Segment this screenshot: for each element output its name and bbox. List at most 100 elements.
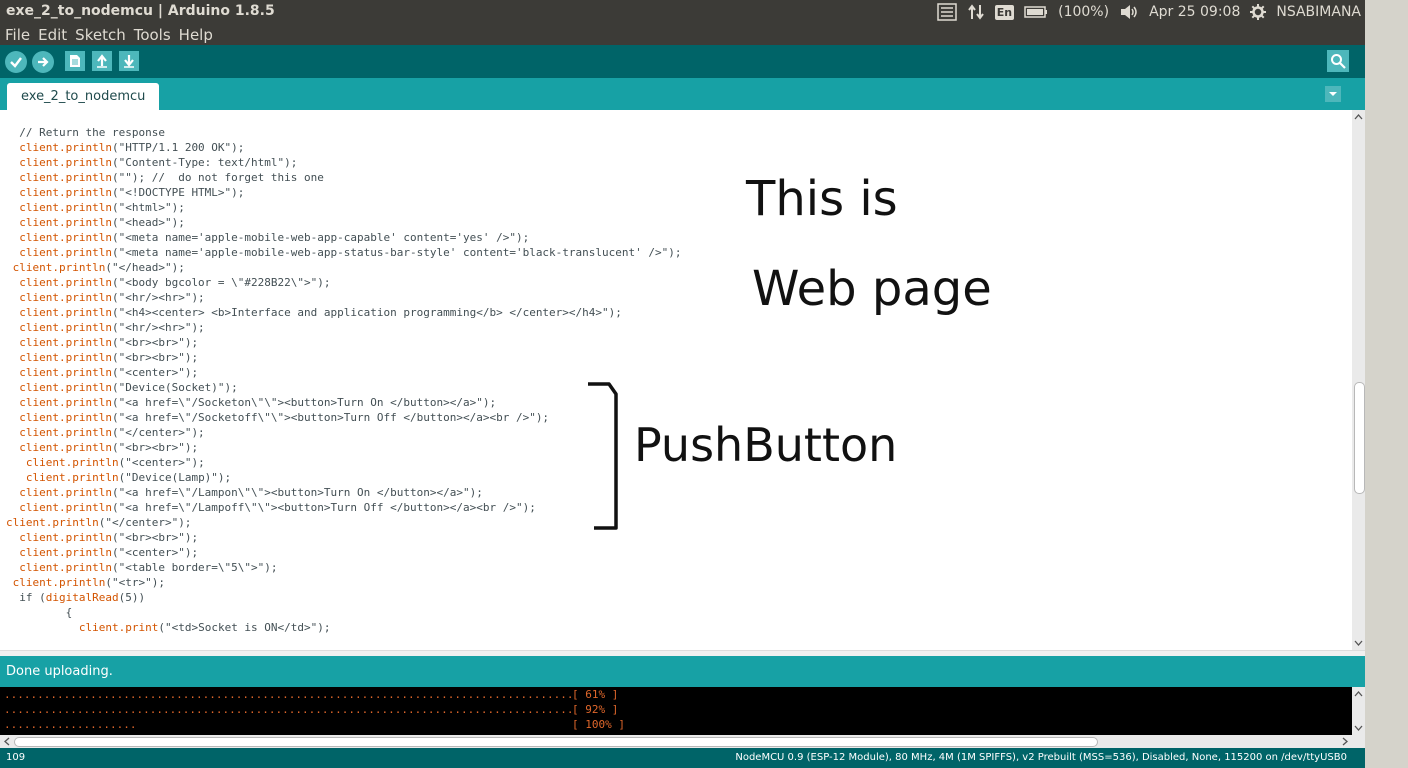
code-text: ("<a href=\"/Lampoff\"\"><button>Turn Of… [111, 501, 536, 514]
code-line: client.println("<a href=\"/Lampoff\"\"><… [6, 500, 536, 515]
code-text: ("<meta name='apple-mobile-web-app-statu… [111, 246, 682, 259]
code-function: client.println [19, 441, 112, 454]
code-text: ("<center>"); [111, 366, 199, 379]
console-scroll-up-icon[interactable] [1352, 689, 1365, 699]
code-function: digitalRead [45, 591, 119, 604]
code-function: client.println [19, 396, 112, 409]
new-sketch-button[interactable] [65, 51, 85, 71]
menu-help[interactable]: Help [179, 26, 213, 44]
user-name[interactable]: NSABIMANA [1276, 4, 1361, 20]
code-function: client.println [19, 336, 112, 349]
code-text: ("Content-Type: text/html"); [111, 156, 298, 169]
code-function: client.println [19, 231, 112, 244]
open-sketch-button[interactable] [92, 51, 112, 71]
progress-dots: ........................................… [4, 703, 574, 716]
code-function: client.println [19, 306, 112, 319]
messaging-menu-icon[interactable] [937, 3, 957, 21]
code-function: client.println [19, 246, 112, 259]
console-output[interactable]: ........................................… [0, 687, 1352, 735]
code-text: ("<table border=\"5\">"); [111, 561, 278, 574]
scroll-left-icon[interactable] [2, 735, 12, 748]
serial-monitor-button[interactable] [1327, 50, 1349, 72]
code-text: ("</center>"); [111, 426, 205, 439]
footer-bar: 109 NodeMCU 0.9 (ESP-12 Module), 80 MHz,… [0, 748, 1365, 768]
scroll-up-icon[interactable] [1352, 112, 1365, 122]
code-line: client.println("<center>"); [6, 545, 198, 560]
code-line: if (digitalRead(5)) [6, 590, 145, 605]
code-text: ("Device(Socket)"); [111, 381, 238, 394]
volume-icon[interactable] [1119, 4, 1139, 20]
code-function: client.println [19, 366, 112, 379]
code-editor[interactable]: // Return the response client.println("H… [0, 110, 1352, 650]
tab-sketch[interactable]: exe_2_to_nodemcu [7, 83, 160, 110]
code-line: client.println("<meta name='apple-mobile… [6, 230, 529, 245]
keyboard-layout-indicator[interactable]: En [994, 4, 1015, 20]
code-function: client.println [6, 516, 99, 529]
window-title: exe_2_to_nodemcu | Arduino 1.8.5 [6, 3, 275, 19]
code-function: client.println [12, 576, 106, 589]
scroll-down-icon[interactable] [1352, 638, 1365, 648]
code-text: ("Device(Lamp)"); [118, 471, 232, 484]
code-line: client.println("<hr/><hr>"); [6, 290, 204, 305]
console-scroll-down-icon[interactable] [1352, 723, 1365, 733]
code-line: client.println("<center>"); [6, 455, 205, 470]
code-function: client.println [19, 201, 112, 214]
code-text: { [65, 606, 73, 619]
code-function: client.println [19, 276, 112, 289]
magnifier-icon [1331, 54, 1346, 69]
code-text: ("<!DOCTYPE HTML>"); [111, 186, 245, 199]
menu-file[interactable]: File [5, 26, 30, 44]
code-text: ("<center>"); [111, 546, 199, 559]
save-sketch-button[interactable] [119, 51, 139, 71]
code-text: ("<center>"); [118, 456, 205, 469]
menu-sketch[interactable]: Sketch [75, 26, 126, 44]
code-text: ("<head>"); [111, 216, 185, 229]
console-vertical-scrollbar[interactable] [1352, 687, 1365, 735]
code-line: // Return the response [6, 125, 165, 140]
code-text: ("<br><br>"); [111, 531, 199, 544]
code-text: ("</head>"); [105, 261, 185, 274]
upload-button[interactable] [32, 51, 54, 73]
code-line: client.println("Device(Socket)"); [6, 380, 238, 395]
code-function: client.println [19, 216, 112, 229]
code-function: client.println [25, 456, 119, 469]
code-function: client.println [19, 561, 112, 574]
console-spacer [136, 718, 143, 731]
code-text: ("<hr/><hr>"); [111, 321, 205, 334]
console-line: .................... [ 100% ] [4, 717, 625, 732]
verify-button[interactable] [5, 51, 27, 73]
code-function: client.println [19, 141, 112, 154]
console-scroll-thumb[interactable] [14, 737, 1098, 747]
code-function: client.println [19, 291, 112, 304]
editor-vertical-scrollbar[interactable] [1352, 110, 1365, 650]
menu-tools[interactable]: Tools [134, 26, 171, 44]
code-function: client.println [19, 321, 112, 334]
network-icon[interactable] [967, 3, 985, 21]
clock[interactable]: Apr 25 09:08 [1149, 4, 1240, 20]
code-line: client.print("<td>Socket is ON</td>"); [6, 620, 331, 635]
menu-edit[interactable]: Edit [38, 26, 67, 44]
console-horizontal-scrollbar[interactable] [0, 735, 1365, 748]
gear-icon[interactable] [1250, 4, 1267, 20]
arrow-up-icon [97, 54, 107, 68]
editor-scroll-thumb[interactable] [1354, 382, 1365, 494]
tab-menu-button[interactable] [1325, 86, 1341, 102]
code-line: client.println("<a href=\"/Lampon\"\"><b… [6, 485, 483, 500]
menu-bar: File Edit Sketch Tools Help [0, 24, 1365, 45]
code-line: client.println("HTTP/1.1 200 OK"); [6, 140, 244, 155]
progress-dots: ........................................… [4, 688, 574, 701]
battery-icon[interactable] [1024, 5, 1048, 19]
code-line: client.println("</center>"); [6, 425, 205, 440]
arrow-right-icon [38, 57, 49, 67]
code-text: ("<h4><center> <b>Interface and applicat… [111, 306, 622, 319]
scroll-right-icon[interactable] [1340, 735, 1350, 748]
console-line: ........................................… [4, 687, 618, 702]
code-text: ("<td>Socket is ON</td>"); [158, 621, 331, 634]
